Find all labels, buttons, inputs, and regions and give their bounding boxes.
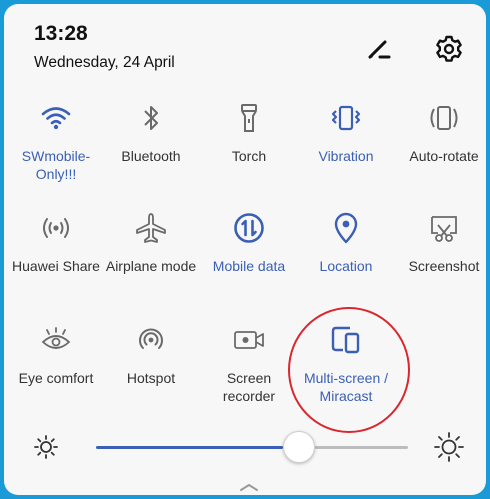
tile-label: Torch xyxy=(231,148,267,164)
clock-time: 13:28 xyxy=(34,22,88,45)
tile-vibration[interactable]: Vibration xyxy=(298,100,394,166)
hotspot-icon xyxy=(103,322,199,358)
huawei-share-icon xyxy=(8,210,104,246)
brightness-low-icon xyxy=(31,432,61,462)
gear-icon[interactable] xyxy=(432,32,466,66)
tile-screenshot[interactable]: Screenshot xyxy=(396,210,486,276)
tile-airplane-mode[interactable]: Airplane mode xyxy=(103,210,199,276)
tile-label: SWmobile- Only!!! xyxy=(21,148,91,182)
screen-recorder-icon xyxy=(201,322,297,358)
tile-label: Screen recorder xyxy=(222,370,276,404)
tile-torch[interactable]: Torch xyxy=(201,100,297,166)
tile-label: Hotspot xyxy=(126,370,176,386)
eye-comfort-icon xyxy=(8,322,104,358)
location-icon xyxy=(298,210,394,246)
tile-label: Vibration xyxy=(318,148,374,164)
tile-screen-recorder[interactable]: Screen recorder xyxy=(201,322,297,405)
tile-label: Huawei Share xyxy=(12,258,100,274)
highlight-circle xyxy=(288,307,410,433)
bluetooth-icon xyxy=(103,100,199,136)
brightness-track-empty xyxy=(315,446,408,449)
torch-icon xyxy=(201,100,297,136)
tile-huawei-share[interactable]: Huawei Share xyxy=(8,210,104,276)
tile-eye-comfort[interactable]: Eye comfort xyxy=(8,322,104,388)
chevron-up-icon[interactable] xyxy=(232,480,266,494)
tile-label: Location xyxy=(319,258,373,274)
brightness-slider[interactable] xyxy=(96,431,408,463)
tile-label: Airplane mode xyxy=(105,258,197,274)
tile-label: Bluetooth xyxy=(121,148,181,164)
tile-wifi[interactable]: SWmobile- Only!!! xyxy=(8,100,104,183)
screenshot-icon xyxy=(396,210,486,246)
clock-date: Wednesday, 24 April xyxy=(34,54,175,71)
tile-location[interactable]: Location xyxy=(298,210,394,276)
tile-label: Screenshot xyxy=(408,258,480,274)
auto-rotate-icon xyxy=(396,100,486,136)
vibration-icon xyxy=(298,100,394,136)
tile-hotspot[interactable]: Hotspot xyxy=(103,322,199,388)
mobile-data-icon xyxy=(201,210,297,246)
tile-label: Auto-rotate xyxy=(409,148,479,164)
brightness-track-filled xyxy=(96,446,283,449)
wifi-icon xyxy=(8,100,104,136)
brightness-high-icon xyxy=(434,432,464,462)
tile-label: Eye comfort xyxy=(18,370,94,386)
tile-label: Mobile data xyxy=(212,258,286,274)
tile-bluetooth[interactable]: Bluetooth xyxy=(103,100,199,166)
tile-auto-rotate[interactable]: Auto-rotate xyxy=(396,100,486,166)
brightness-slider-thumb[interactable] xyxy=(283,431,315,463)
quick-settings-panel: 13:28 Wednesday, 24 April SWmobile- Only… xyxy=(4,4,486,495)
edit-icon[interactable] xyxy=(362,32,396,66)
tile-mobile-data[interactable]: Mobile data xyxy=(201,210,297,276)
airplane-icon xyxy=(103,210,199,246)
